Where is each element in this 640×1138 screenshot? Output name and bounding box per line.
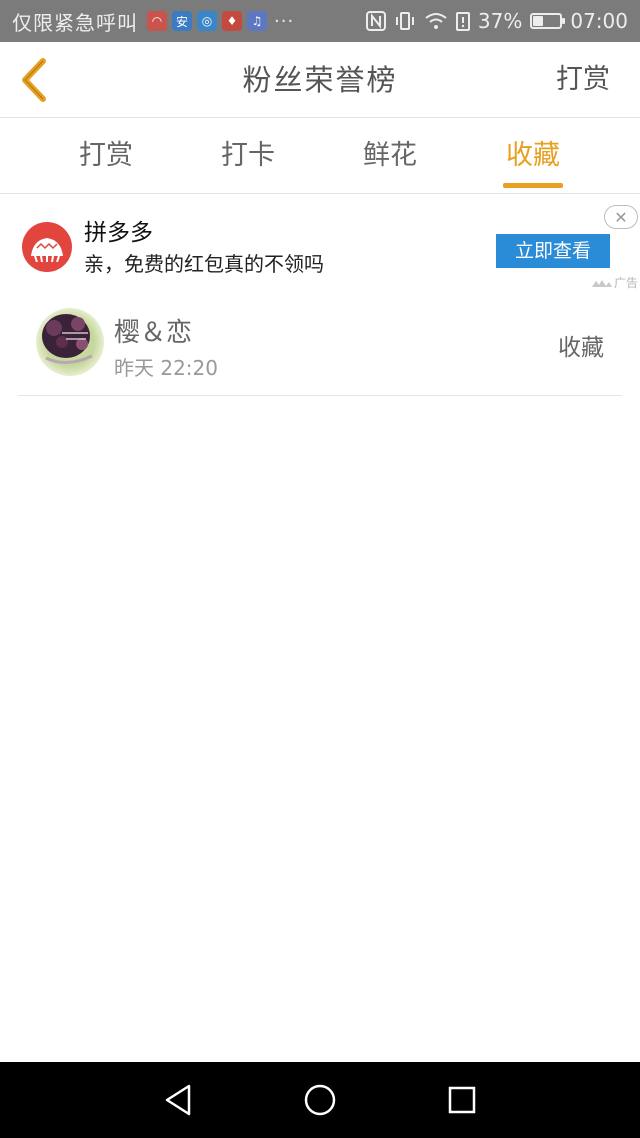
circle-home-icon (304, 1084, 336, 1116)
ad-close-button[interactable]: ✕ (604, 205, 638, 229)
weibo-icon: ◠ (147, 11, 167, 31)
voice-icon: ♦ (222, 11, 242, 31)
clock: 07:00 (570, 9, 628, 33)
avatar (36, 308, 104, 376)
ad-subtitle: 亲，免费的红包真的不领吗 (84, 252, 324, 276)
ad-view-button[interactable]: 立即查看 (496, 234, 610, 268)
nav-recents-button[interactable] (442, 1080, 482, 1120)
square-recents-icon (448, 1086, 476, 1114)
ad-title: 拼多多 (84, 220, 153, 246)
battery-percent: 37% (477, 9, 523, 33)
wifi-icon (424, 11, 448, 31)
tab-label: 打卡 (221, 140, 275, 171)
active-tab-indicator (503, 183, 563, 188)
ad-banner[interactable]: 拼多多 亲，免费的红包真的不领吗 立即查看 ✕ 广告 (0, 196, 640, 292)
ad-label: 广告 (591, 274, 638, 291)
page-title: 粉丝荣誉榜 (242, 63, 398, 97)
ad-tag-text: 广告 (613, 276, 638, 290)
ad-source-icon (591, 279, 612, 287)
tab-label: 收藏 (506, 140, 560, 171)
browser-icon: ◎ (197, 11, 217, 31)
battery-icon (530, 13, 566, 29)
tab-checkin[interactable]: 打卡 (193, 118, 303, 194)
nav-back-button[interactable] (158, 1080, 198, 1120)
vibrate-icon (394, 11, 416, 31)
top-bar: 粉丝荣誉榜 打赏 (0, 42, 640, 118)
system-nav-bar (0, 1062, 640, 1138)
app-icon-blue: 安 (172, 11, 192, 31)
close-icon: ✕ (614, 207, 628, 227)
carrier-text: 仅限紧急呼叫 (12, 10, 138, 35)
tab-flowers[interactable]: 鲜花 (335, 118, 445, 194)
battery-alert-icon (455, 11, 470, 31)
record-time: 昨天 22:20 (114, 356, 218, 380)
tab-tip[interactable]: 打赏 (51, 118, 161, 194)
list-item[interactable]: 樱＆恋 昨天 22:20 收藏 (18, 298, 622, 396)
overflow-icon: ··· (274, 10, 295, 32)
nfc-icon (365, 11, 386, 31)
nav-home-button[interactable] (300, 1080, 340, 1120)
triangle-back-icon (165, 1084, 191, 1116)
user-name: 樱＆恋 (114, 318, 193, 348)
music-icon: ♫ (247, 11, 267, 31)
status-bar: 仅限紧急呼叫 ◠ 安 ◎ ♦ ♫ ··· 37% 07:00 (0, 0, 640, 42)
record-type: 收藏 (558, 335, 604, 361)
tab-bar: 打赏 打卡 鲜花 收藏 (0, 118, 640, 194)
pinduoduo-logo-icon (22, 222, 72, 272)
tab-favorites[interactable]: 收藏 (478, 118, 588, 194)
tab-label: 打赏 (79, 140, 133, 171)
tip-button[interactable]: 打赏 (556, 42, 610, 118)
tab-label: 鲜花 (363, 140, 417, 171)
